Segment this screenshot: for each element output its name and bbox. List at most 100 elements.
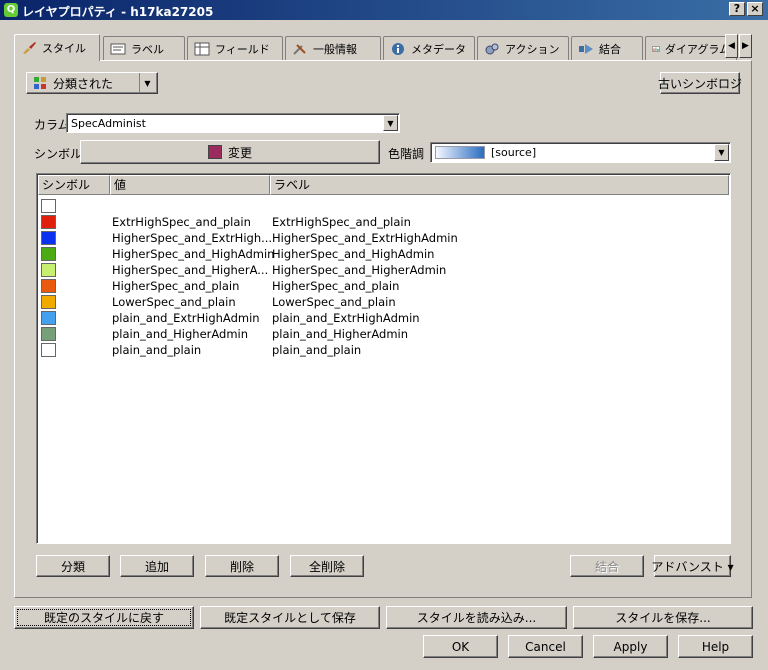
change-button-label: 変更 [227, 145, 252, 160]
advanced-button[interactable]: アドバンスト ▾ [651, 555, 734, 577]
symbol-swatch[interactable] [41, 327, 56, 341]
symbol-swatch[interactable] [41, 279, 56, 293]
tab-label-settings[interactable]: ラベル [103, 36, 185, 60]
symbol-swatch[interactable] [41, 199, 56, 213]
info-icon [392, 42, 404, 55]
tab-label: アクション [505, 42, 560, 56]
tab-label: ラベル [131, 42, 164, 56]
gears-icon [485, 43, 499, 54]
table-row[interactable]: HigherSpec_and_HighAdmin HigherSpec_and_H… [39, 246, 729, 262]
color-ramp-preview [435, 146, 485, 159]
load-style-button[interactable]: スタイルを読み込み... [386, 606, 567, 629]
table-row[interactable]: ExtrHighSpec_and_plain ExtrHighSpec_and_p… [39, 214, 729, 230]
add-category-button[interactable]: 追加 [120, 555, 194, 577]
delete-category-button[interactable]: 削除 [205, 555, 279, 577]
tab-actions[interactable]: アクション [477, 36, 569, 60]
column-header-value[interactable]: 値 [110, 175, 270, 195]
save-style-button[interactable]: スタイルを保存... [573, 606, 753, 629]
symbol-swatch[interactable] [41, 295, 56, 309]
table-row[interactable]: plain_and_HigherAdmin plain_and_HigherAdm… [39, 326, 729, 342]
symbol-label: シンボル [34, 147, 83, 161]
value-cell[interactable]: plain_and_HigherAdmin [112, 326, 248, 342]
label-cell[interactable]: ExtrHighSpec_and_plain [272, 214, 411, 230]
chevron-down-icon: ▼ [714, 144, 729, 161]
value-cell[interactable]: HigherSpec_and_HighAdmin [112, 246, 274, 262]
column-value: SpecAdminist [71, 116, 146, 130]
join-icon [579, 43, 593, 54]
tab-scroll-right-button[interactable]: ▶ [739, 34, 752, 58]
value-cell[interactable]: plain_and_plain [112, 342, 201, 358]
chevron-down-icon: ▼ [139, 73, 155, 93]
color-ramp-combo[interactable]: [source] ▼ [430, 142, 731, 163]
table-row[interactable] [39, 198, 729, 214]
classify-button[interactable]: 分類 [36, 555, 110, 577]
table-row[interactable]: LowerSpec_and_plain LowerSpec_and_plain [39, 294, 729, 310]
categorized-icon [34, 77, 46, 89]
value-cell[interactable]: ExtrHighSpec_and_plain [112, 214, 251, 230]
tab-general[interactable]: 一般情報 [285, 36, 381, 60]
column-header-label[interactable]: ラベル [270, 175, 729, 195]
apply-button[interactable]: Apply [593, 635, 668, 658]
category-table[interactable]: シンボル 値 ラベル ExtrHighSpec_and_plain ExtrHig… [36, 173, 731, 544]
tools-icon [293, 43, 306, 55]
table-row[interactable]: HigherSpec_and_ExtrHigh... HigherSpec_and… [39, 230, 729, 246]
table-row[interactable]: HigherSpec_and_plain HigherSpec_and_plain [39, 278, 729, 294]
symbol-swatch[interactable] [41, 263, 56, 277]
close-window-button[interactable]: × [747, 2, 763, 16]
table-row[interactable]: plain_and_plain plain_and_plain [39, 342, 729, 358]
label-cell[interactable]: plain_and_plain [272, 342, 361, 358]
tab-label: 結合 [599, 42, 621, 56]
renderer-type-combo[interactable]: 分類された ▼ [26, 72, 158, 94]
column-combo[interactable]: SpecAdminist ▼ [66, 113, 400, 133]
title-bar: Q レイヤプロパティ - h17ka27205 ? × [0, 0, 768, 20]
column-header-symbol[interactable]: シンボル [38, 175, 110, 195]
tab-scroll-left-button[interactable]: ◀ [725, 34, 738, 58]
value-cell[interactable]: HigherSpec_and_plain [112, 278, 239, 294]
qgis-app-icon: Q [4, 3, 18, 17]
tab-label: ダイアグラム [664, 42, 730, 56]
tab-join[interactable]: 結合 [571, 36, 643, 60]
symbol-swatch[interactable] [41, 343, 56, 357]
save-as-default-button[interactable]: 既定スタイルとして保存 [200, 606, 380, 629]
tab-label: フィールド [215, 42, 270, 56]
brush-icon [23, 42, 36, 54]
value-cell[interactable]: HigherSpec_and_ExtrHigh... [112, 230, 272, 246]
label-cell[interactable]: LowerSpec_and_plain [272, 294, 396, 310]
delete-all-button[interactable]: 全削除 [290, 555, 364, 577]
tab-label: メタデータ [411, 42, 466, 56]
tab-style[interactable]: スタイル [14, 34, 100, 61]
label-cell[interactable]: HigherSpec_and_HighAdmin [272, 246, 434, 262]
join-button[interactable]: 結合 [570, 555, 644, 577]
window-title: レイヤプロパティ - h17ka27205 [22, 5, 214, 19]
column-label: カラム [34, 118, 70, 132]
label-icon [110, 43, 126, 54]
value-cell[interactable]: HigherSpec_and_HigherA... [112, 262, 268, 278]
restore-default-style-button[interactable]: 既定のスタイルに戻す [14, 606, 194, 629]
value-cell[interactable]: plain_and_ExtrHighAdmin [112, 310, 260, 326]
tab-label: 一般情報 [313, 42, 357, 56]
label-cell[interactable]: HigherSpec_and_plain [272, 278, 399, 294]
help-button[interactable]: Help [678, 635, 753, 658]
label-cell[interactable]: plain_and_ExtrHighAdmin [272, 310, 420, 326]
tab-label: スタイル [42, 42, 86, 55]
symbol-swatch[interactable] [41, 231, 56, 245]
help-title-button[interactable]: ? [729, 2, 745, 16]
label-cell[interactable]: plain_and_HigherAdmin [272, 326, 408, 342]
old-symbology-button[interactable]: 古いシンボロジ [658, 72, 742, 94]
symbol-swatch[interactable] [41, 215, 56, 229]
symbol-swatch [207, 145, 222, 159]
symbol-swatch[interactable] [41, 311, 56, 325]
renderer-type-value: 分類された [53, 76, 114, 91]
change-symbol-button[interactable]: 変更 [80, 140, 380, 164]
tab-fields[interactable]: フィールド [187, 36, 283, 60]
label-cell[interactable]: HigherSpec_and_HigherAdmin [272, 262, 446, 278]
table-row[interactable]: plain_and_ExtrHighAdmin plain_and_ExtrHig… [39, 310, 729, 326]
symbol-swatch[interactable] [41, 247, 56, 261]
tab-diagram[interactable]: ダイアグラム [645, 36, 737, 60]
label-cell[interactable]: HigherSpec_and_ExtrHighAdmin [272, 230, 458, 246]
ok-button[interactable]: OK [423, 635, 498, 658]
cancel-button[interactable]: Cancel [508, 635, 583, 658]
value-cell[interactable]: LowerSpec_and_plain [112, 294, 236, 310]
table-row[interactable]: HigherSpec_and_HigherA... HigherSpec_and_… [39, 262, 729, 278]
tab-metadata[interactable]: メタデータ [383, 36, 475, 60]
